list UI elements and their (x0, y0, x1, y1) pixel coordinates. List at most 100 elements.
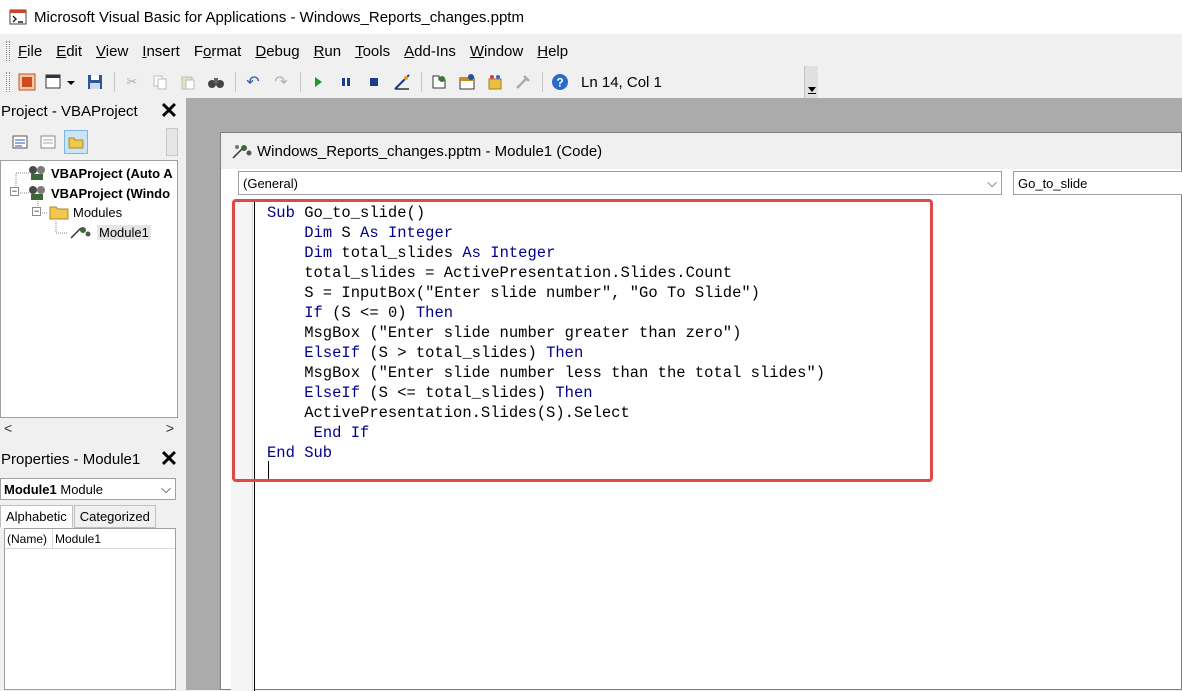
scroll-left-icon[interactable]: < (4, 420, 12, 436)
menu-grip[interactable] (6, 41, 10, 61)
tab-alphabetic[interactable]: Alphabetic (0, 505, 73, 528)
view-host-app-icon[interactable] (16, 71, 38, 93)
code-line[interactable]: total_slides = ActivePresentation.Slides… (267, 263, 825, 283)
vbaproject-icon (29, 166, 45, 180)
code-keyword: End Sub (267, 444, 333, 462)
code-line[interactable]: Dim total_slides As Integer (267, 243, 825, 263)
toolbar-separator (114, 72, 115, 92)
menu-run[interactable]: Run (314, 43, 342, 60)
undo-icon[interactable]: ↶ (242, 71, 264, 93)
project-tree-hscroll[interactable]: < > (0, 418, 178, 438)
code-line[interactable]: Dim S As Integer (267, 223, 825, 243)
tree-node-vbaproject-auto[interactable]: VBAProject (Auto A (27, 164, 173, 182)
code-keyword: Then (546, 344, 584, 362)
code-text: ActivePresentation.Slides(S).Select (267, 404, 630, 422)
code-text: Go_to_slide() (294, 204, 426, 222)
code-window-title: Windows_Reports_changes.pptm - Module1 (… (257, 142, 603, 160)
scroll-right-icon[interactable]: > (166, 420, 174, 436)
menu-window[interactable]: Window (470, 43, 523, 60)
code-margin[interactable] (231, 199, 255, 691)
project-toolbar-scroll[interactable] (166, 128, 178, 156)
chevron-down-icon[interactable]: ⌵ (161, 481, 171, 497)
code-text: MsgBox ("Enter slide number less than th… (267, 364, 826, 382)
run-icon[interactable] (307, 71, 329, 93)
toolbar-grip[interactable] (6, 72, 10, 92)
code-keyword: ElseIf (304, 344, 361, 362)
code-text: S = InputBox("Enter slide number", "Go T… (267, 284, 760, 302)
properties-window-icon[interactable] (456, 71, 478, 93)
close-icon[interactable]: ✕ (158, 448, 180, 470)
toolbar-separator (300, 72, 301, 92)
toggle-folders-icon[interactable] (64, 130, 88, 154)
code-line[interactable]: MsgBox ("Enter slide number greater than… (267, 323, 825, 343)
code-keyword: If (304, 304, 323, 322)
tree-node-module1[interactable]: Module1 (69, 224, 151, 240)
code-line[interactable]: S = InputBox("Enter slide number", "Go T… (267, 283, 825, 303)
code-text: (S <= 0) (322, 304, 416, 322)
code-line[interactable]: ElseIf (S <= total_slides) Then (267, 383, 825, 403)
view-object-icon[interactable] (36, 130, 60, 154)
help-icon[interactable]: ? (549, 71, 571, 93)
code-keyword: Then (555, 384, 593, 402)
property-value[interactable]: Module1 (53, 532, 101, 546)
title-bar: Microsoft Visual Basic for Applications … (0, 0, 1182, 34)
project-explorer-title: Project - VBAProject (1, 102, 138, 120)
menu-tools[interactable]: Tools (355, 43, 390, 60)
code-line[interactable]: End Sub (267, 443, 825, 463)
menu-help[interactable]: Help (537, 43, 568, 60)
menu-add-ins[interactable]: Add-Ins (404, 43, 456, 60)
property-row[interactable]: (Name) Module1 (5, 529, 175, 549)
window-title: Microsoft Visual Basic for Applications … (34, 8, 524, 26)
folder-icon (49, 206, 69, 220)
chevron-down-icon[interactable]: ⌵ (987, 175, 997, 191)
code-keyword: As (360, 224, 379, 242)
tree-node-vbaproject-windows[interactable]: VBAProject (Windo (27, 184, 170, 202)
code-line[interactable]: End If (267, 423, 825, 443)
code-text: (S > total_slides) (360, 344, 547, 362)
object-combo[interactable]: (General) ⌵ (238, 171, 1002, 195)
project-explorer-icon[interactable] (428, 71, 450, 93)
insert-module-icon[interactable] (44, 71, 78, 93)
tree-node-modules[interactable]: Modules (49, 204, 122, 220)
menu-edit[interactable]: Edit (56, 43, 82, 60)
reset-icon[interactable] (363, 71, 385, 93)
tree-collapse-toggle[interactable]: − (32, 207, 41, 216)
code-line[interactable]: Sub Go_to_slide() (267, 203, 825, 223)
tree-collapse-toggle[interactable]: − (10, 187, 19, 196)
save-icon[interactable] (84, 71, 106, 93)
view-code-icon[interactable] (8, 130, 32, 154)
code-line[interactable]: MsgBox ("Enter slide number less than th… (267, 363, 825, 383)
code-editor[interactable]: Sub Go_to_slide() Dim S As Integer Dim t… (267, 203, 825, 463)
design-mode-icon[interactable] (391, 71, 413, 93)
code-text: total_slides = ActivePresentation.Slides… (267, 264, 733, 282)
menu-format[interactable]: Format (194, 43, 242, 60)
code-line[interactable]: If (S <= 0) Then (267, 303, 825, 323)
code-text: MsgBox ("Enter slide number greater than… (267, 324, 742, 342)
find-icon[interactable] (205, 71, 227, 93)
code-text: total_slides (332, 244, 463, 262)
code-line[interactable]: ActivePresentation.Slides(S).Select (267, 403, 825, 423)
menu-debug[interactable]: Debug (255, 43, 299, 60)
toolbox-icon[interactable] (512, 71, 534, 93)
properties-object-select[interactable]: Module1 Module ⌵ (0, 478, 176, 500)
menu-file[interactable]: File (18, 43, 42, 60)
margin-indicator-bar[interactable] (231, 199, 253, 691)
copy-icon[interactable] (149, 71, 171, 93)
break-icon[interactable] (335, 71, 357, 93)
code-keyword: End If (313, 424, 370, 442)
code-line[interactable]: ElseIf (S > total_slides) Then (267, 343, 825, 363)
close-icon[interactable]: ✕ (158, 100, 180, 122)
paste-icon[interactable] (177, 71, 199, 93)
object-browser-icon[interactable] (484, 71, 506, 93)
toolbar-options-dropdown[interactable] (804, 66, 818, 98)
menu-insert[interactable]: Insert (142, 43, 180, 60)
object-name: Module1 (4, 481, 57, 497)
menu-view[interactable]: View (96, 43, 128, 60)
tab-categorized[interactable]: Categorized (73, 505, 156, 528)
redo-icon[interactable]: ↷ (270, 71, 292, 93)
code-keyword: Sub (267, 204, 295, 222)
procedure-combo[interactable]: Go_to_slide (1013, 171, 1182, 195)
cut-icon[interactable]: ✂ (121, 71, 143, 93)
